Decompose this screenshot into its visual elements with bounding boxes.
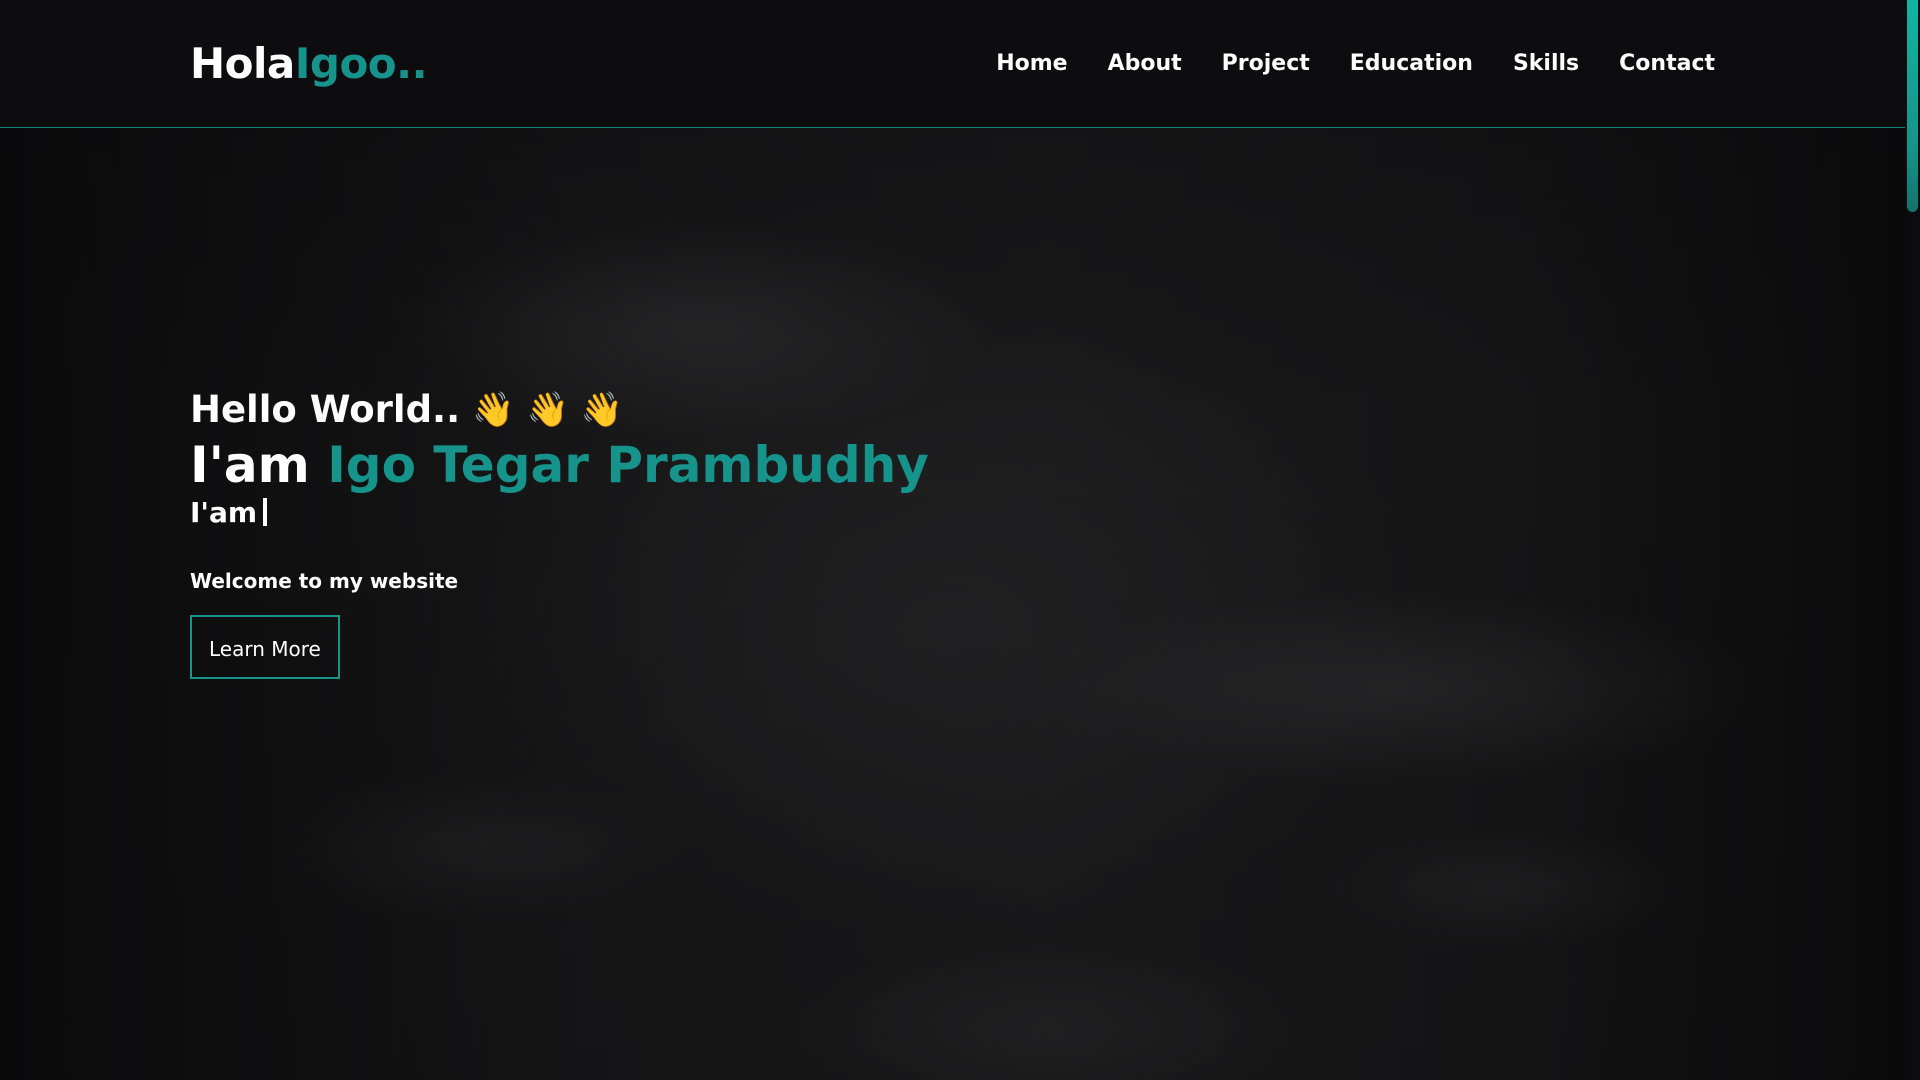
- nav-skills-link[interactable]: Skills: [1513, 44, 1579, 84]
- typed-role-line: I'am: [190, 495, 929, 531]
- hero-name-heading: I'am Igo Tegar Prambudhy: [190, 437, 929, 493]
- nav-home-link[interactable]: Home: [996, 44, 1067, 84]
- name-prefix: I'am: [190, 436, 310, 494]
- waving-hand-icon: 👋: [526, 390, 569, 430]
- logo-accent: Igoo..: [294, 39, 428, 88]
- greeting-text: Hello World..: [190, 388, 461, 431]
- hero-greeting: Hello World.. 👋 👋 👋: [190, 385, 929, 435]
- site-logo[interactable]: HolaIgoo..: [190, 38, 428, 90]
- waving-hand-icon: 👋: [472, 390, 515, 430]
- scrollbar-thumb[interactable]: [1907, 0, 1918, 212]
- hero-section: Hello World.. 👋 👋 👋 I'am Igo Tegar Pramb…: [190, 385, 929, 679]
- learn-more-button[interactable]: Learn More: [190, 615, 340, 679]
- hero-name: Igo Tegar Prambudhy: [327, 436, 929, 494]
- nav-about-link[interactable]: About: [1108, 44, 1182, 84]
- main-nav: Home About Project Education Skills Cont…: [996, 44, 1715, 84]
- nav-project-link[interactable]: Project: [1222, 44, 1310, 84]
- typed-prefix: I'am: [190, 496, 258, 529]
- page: HolaIgoo.. Home About Project Education …: [0, 0, 1920, 1080]
- waving-hand-icon: 👋: [580, 390, 624, 430]
- typing-caret: [263, 498, 268, 526]
- logo-prefix: Hola: [190, 39, 295, 88]
- welcome-text: Welcome to my website: [190, 569, 459, 593]
- nav-contact-link[interactable]: Contact: [1619, 44, 1715, 84]
- navbar: HolaIgoo.. Home About Project Education …: [0, 0, 1905, 128]
- page-scrollbar[interactable]: [1905, 0, 1920, 1080]
- nav-education-link[interactable]: Education: [1350, 44, 1473, 84]
